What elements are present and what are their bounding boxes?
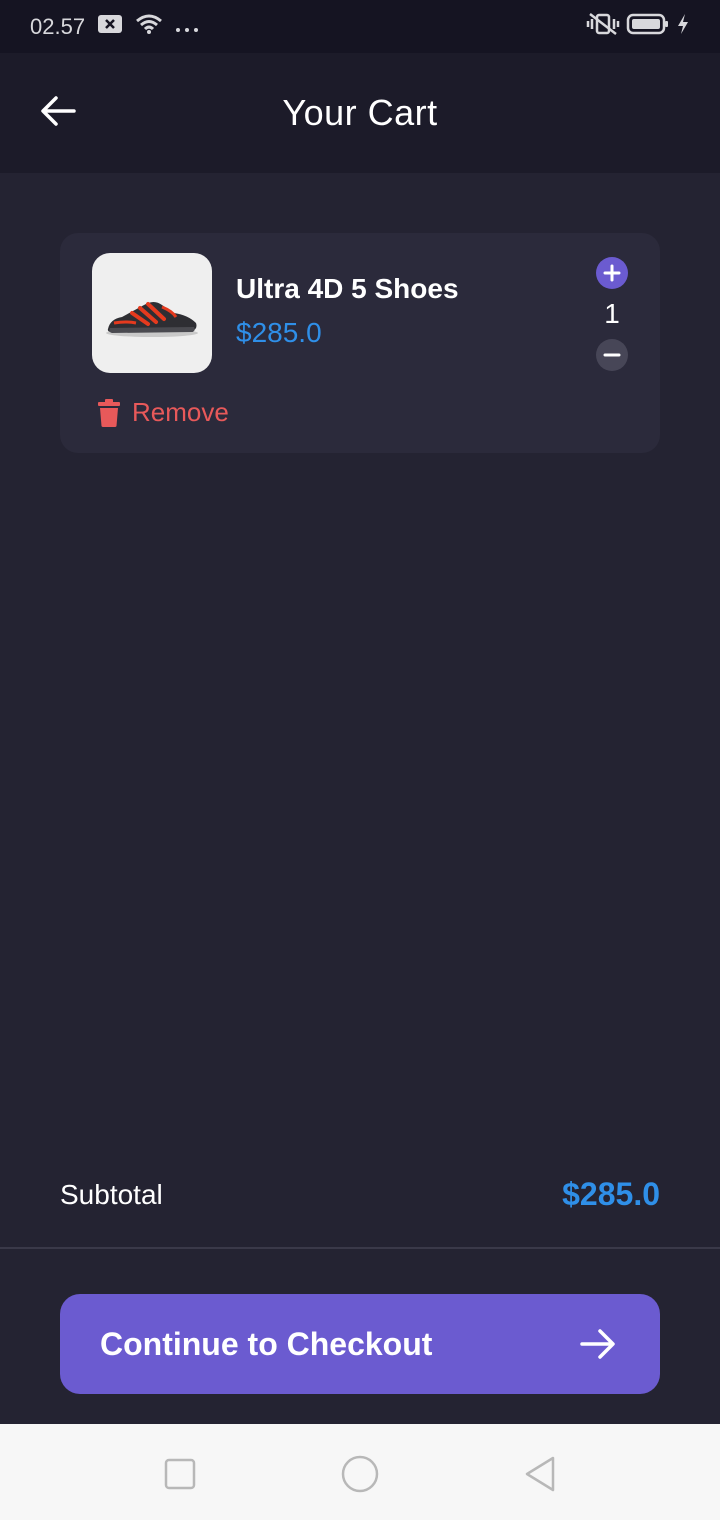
checkout-button[interactable]: Continue to Checkout (60, 1294, 660, 1394)
quantity-value: 1 (604, 298, 620, 329)
recents-square-icon (164, 1458, 196, 1490)
app-bar: Your Cart (0, 53, 720, 173)
status-left: 02.57 (30, 13, 199, 41)
quantity-stepper: 1 (596, 257, 628, 371)
trash-icon (98, 398, 120, 427)
subtotal-row: Subtotal $285.0 (60, 1176, 660, 1213)
charging-icon (676, 13, 690, 40)
home-circle-icon (341, 1455, 379, 1493)
plus-icon (603, 264, 621, 282)
battery-icon (626, 12, 670, 41)
subtotal-value: $285.0 (562, 1176, 660, 1212)
product-thumbnail[interactable] (92, 253, 212, 373)
system-nav-bar (0, 1424, 720, 1520)
product-name: Ultra 4D 5 Shoes (236, 273, 459, 304)
decrease-quantity-button[interactable] (596, 339, 628, 371)
home-button[interactable] (340, 1454, 380, 1494)
status-right (586, 12, 690, 41)
status-bar: 02.57 (0, 0, 720, 53)
increase-quantity-button[interactable] (596, 257, 628, 289)
back-triangle-icon (525, 1456, 555, 1492)
recents-button[interactable] (160, 1454, 200, 1494)
arrow-right-icon (580, 1329, 615, 1359)
minus-icon (603, 353, 621, 357)
back-button[interactable] (36, 89, 80, 133)
subtotal-label: Subtotal (60, 1178, 163, 1210)
remove-item-button[interactable]: Remove (98, 397, 229, 428)
divider (0, 1247, 720, 1249)
wifi-icon (135, 13, 163, 41)
cart-item-card: Ultra 4D 5 Shoes $285.0 1 Remove (60, 233, 660, 453)
vibrate-off-icon (586, 12, 620, 41)
more-dots-icon (175, 14, 199, 40)
status-time: 02.57 (30, 13, 86, 39)
system-back-button[interactable] (520, 1454, 560, 1494)
remove-label: Remove (132, 397, 229, 427)
page-title: Your Cart (282, 92, 438, 133)
notification-x-icon (97, 13, 123, 41)
arrow-left-icon (41, 96, 76, 126)
product-price: $285.0 (236, 317, 322, 348)
checkout-label: Continue to Checkout (100, 1325, 433, 1362)
shoe-image (106, 302, 198, 337)
